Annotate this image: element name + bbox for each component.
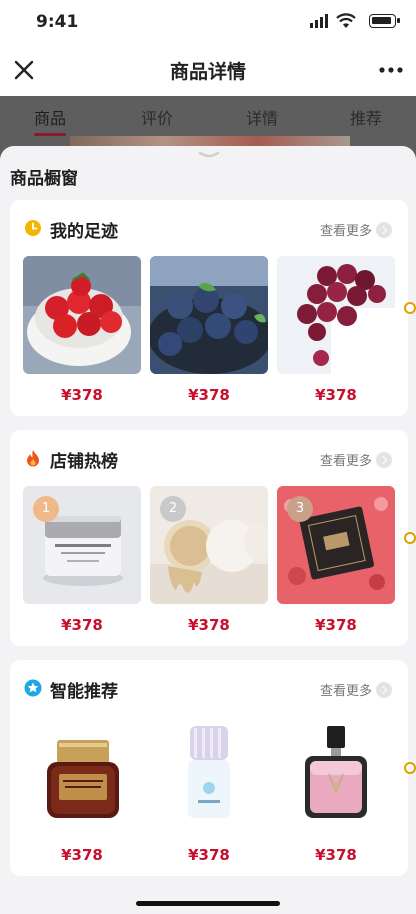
product-item[interactable]: 1 ¥378: [23, 486, 141, 634]
product-price: ¥378: [315, 616, 357, 634]
product-price: ¥378: [61, 846, 103, 864]
clock-icon: [25, 220, 41, 236]
scroll-indicator-icon: [404, 762, 416, 774]
product-price: ¥378: [315, 846, 357, 864]
chevron-right-icon: [376, 451, 392, 468]
product-item[interactable]: ¥378: [23, 716, 141, 864]
product-price: ¥378: [188, 386, 230, 404]
product-price: ¥378: [188, 616, 230, 634]
showcase-sheet: 商品橱窗 我的足迹 查看更多 ¥378 ¥378 ¥378 店铺热榜 查看更多 …: [0, 146, 416, 914]
product-item[interactable]: ¥378: [150, 256, 268, 404]
perfume-bottle-image: [277, 716, 395, 834]
see-more-link[interactable]: 查看更多: [320, 680, 392, 699]
chevron-right-icon: [376, 681, 392, 698]
chevron-right-icon: [376, 221, 392, 238]
product-item[interactable]: ¥378: [277, 716, 395, 864]
see-more-link[interactable]: 查看更多: [320, 450, 392, 469]
section-smart-recommend: 智能推荐 查看更多 ¥378 ¥378 ¥378: [10, 660, 416, 876]
section-title: 智能推荐: [50, 682, 118, 702]
signal-icon: [310, 14, 328, 28]
cream-jar-image: 1: [23, 486, 141, 604]
cherry-tomatoes-image: [23, 256, 141, 374]
scroll-indicator-icon: [404, 302, 416, 314]
tab-reviews[interactable]: 评价: [141, 105, 173, 129]
sheet-handle[interactable]: [198, 152, 220, 158]
serum-bottle-image: [23, 716, 141, 834]
see-more-link[interactable]: 查看更多: [320, 220, 392, 239]
tab-goods[interactable]: 商品: [34, 105, 67, 136]
product-price: ¥378: [315, 386, 357, 404]
battery-icon: [369, 14, 400, 28]
product-item[interactable]: ¥378: [277, 256, 395, 404]
home-indicator[interactable]: [136, 901, 280, 906]
product-item[interactable]: ¥378: [23, 256, 141, 404]
rank-badge: 1: [33, 496, 59, 522]
tab-bar: 商品 评价 详情 推荐: [0, 96, 416, 136]
rank-badge: 2: [160, 496, 186, 522]
gift-box-image: 3: [277, 486, 395, 604]
scroll-indicator-icon: [404, 532, 416, 544]
cushion-compacts-image: 2: [150, 486, 268, 604]
product-item[interactable]: 2 ¥378: [150, 486, 268, 634]
sheet-title: 商品橱窗: [10, 169, 78, 189]
status-time: 9:41: [36, 12, 79, 32]
blueberries-image: [150, 256, 268, 374]
page-title: 商品详情: [169, 61, 246, 83]
rank-badge: 3: [287, 496, 313, 522]
star-icon: [24, 679, 42, 697]
section-footprint: 我的足迹 查看更多 ¥378 ¥378 ¥378: [10, 200, 416, 416]
product-price: ¥378: [188, 846, 230, 864]
sunscreen-bottle-image: [150, 716, 268, 834]
product-price: ¥378: [61, 386, 103, 404]
section-title: 我的足迹: [50, 222, 118, 242]
see-more-label: 查看更多: [319, 684, 372, 699]
product-item[interactable]: ¥378: [150, 716, 268, 864]
see-more-label: 查看更多: [319, 224, 372, 239]
tab-recommend[interactable]: 推荐: [350, 105, 382, 129]
wifi-icon: [336, 13, 356, 28]
product-item[interactable]: 3 ¥378: [277, 486, 395, 634]
tab-details[interactable]: 详情: [246, 105, 278, 129]
section-store-ranking: 店铺热榜 查看更多 1 ¥378 2 ¥378 3 ¥378: [10, 430, 416, 646]
see-more-label: 查看更多: [319, 454, 372, 469]
status-bar: 9:41: [0, 0, 416, 44]
grapes-image: [277, 256, 395, 374]
product-price: ¥378: [61, 616, 103, 634]
more-icon[interactable]: [378, 58, 404, 82]
flame-icon: [27, 450, 39, 467]
section-title: 店铺热榜: [50, 452, 118, 472]
navigation-bar: 商品详情: [0, 44, 416, 96]
